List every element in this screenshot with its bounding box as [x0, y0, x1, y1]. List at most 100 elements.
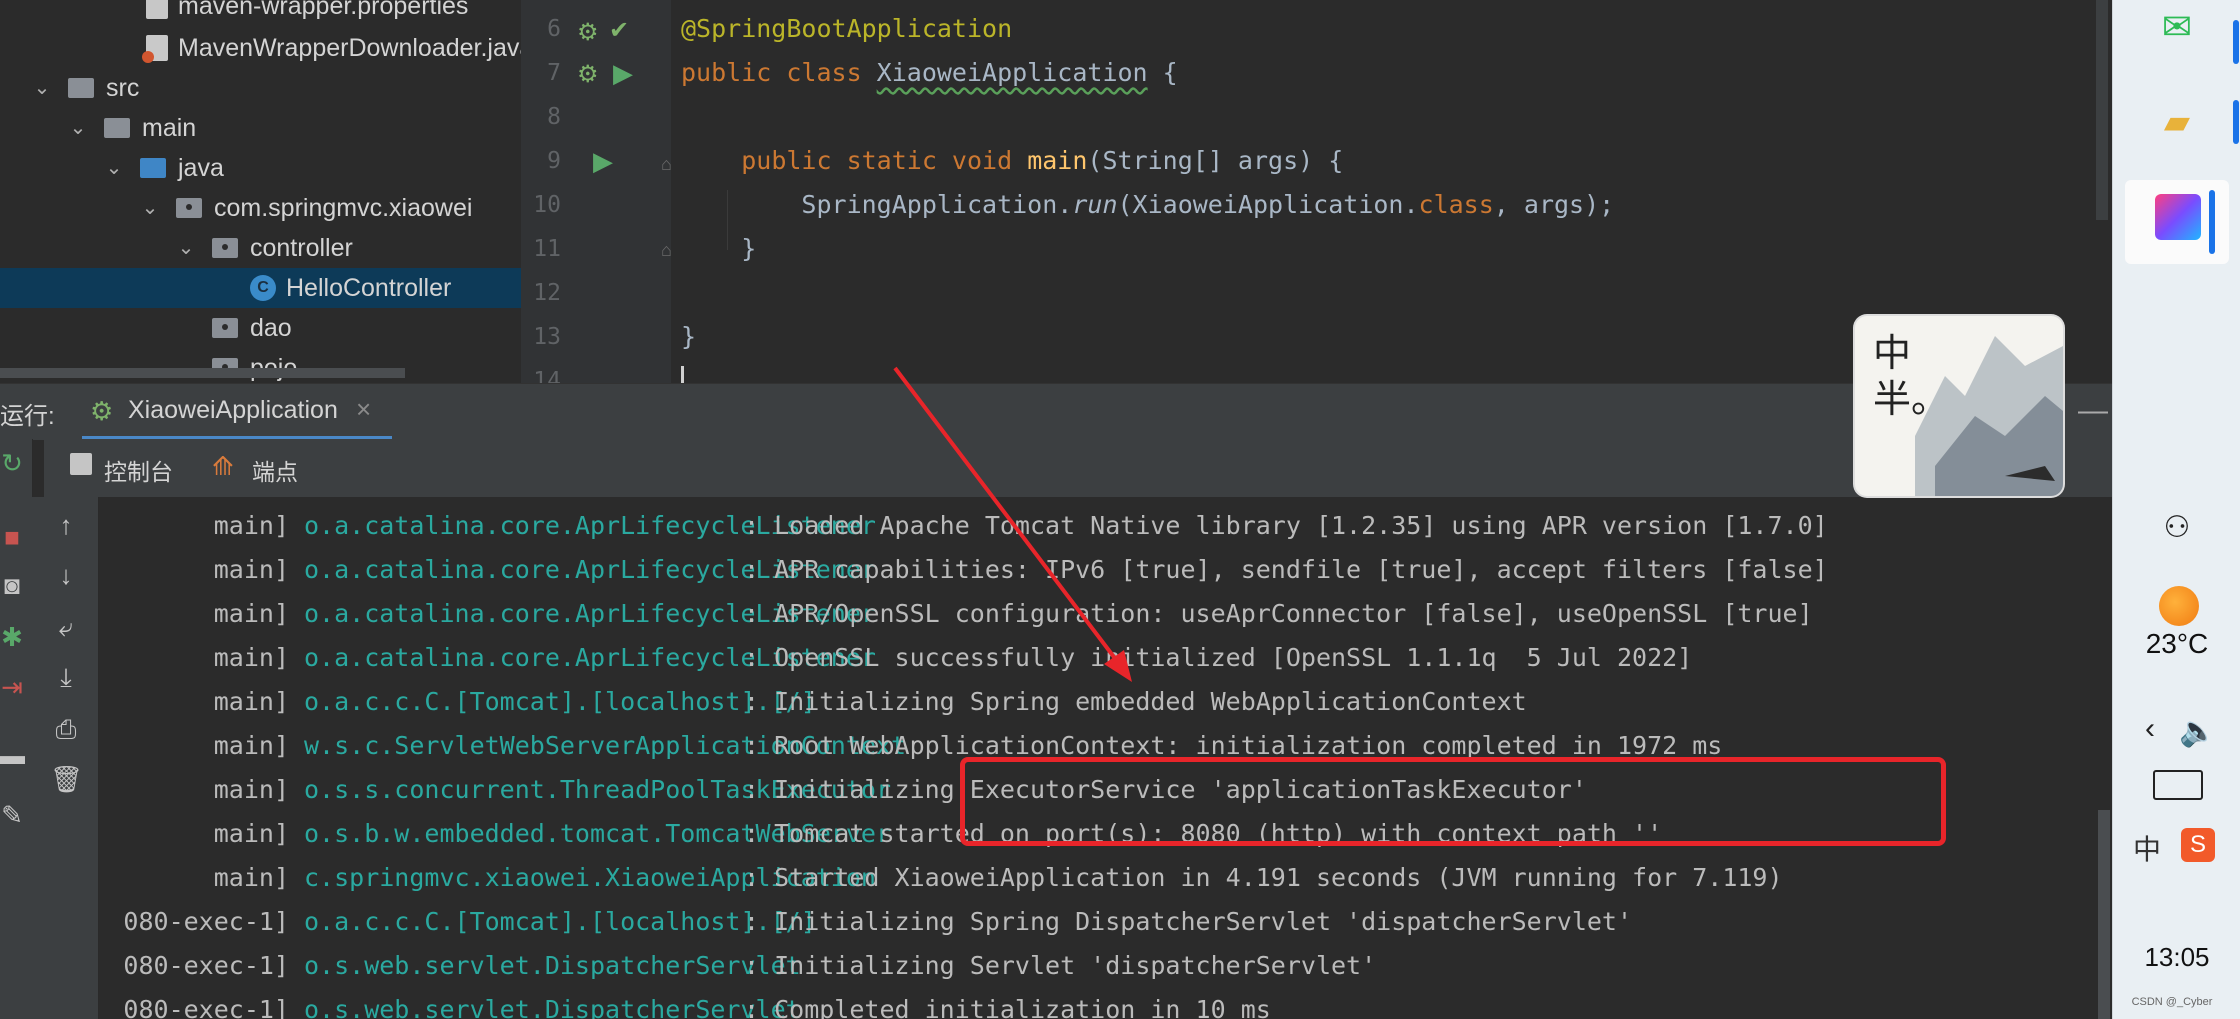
thread-name: 080-exec-1]: [123, 951, 289, 980]
logger-name: o.a.c.c.C.[Tomcat].[localhost].[/]: [304, 907, 816, 936]
print-icon[interactable]: ⎙: [50, 713, 82, 745]
thread-name: main]: [213, 863, 289, 892]
editor-scrollbar[interactable]: [2096, 0, 2108, 220]
chevron-down-icon[interactable]: ⌄: [174, 236, 198, 260]
taskbar-item-active[interactable]: [2125, 180, 2229, 264]
folder-icon: [68, 78, 94, 98]
code-line-6: @SpringBootApplication: [681, 14, 1012, 43]
logger-name: o.s.web.servlet.DispatcherServlet: [304, 951, 801, 980]
line-number: 8: [547, 104, 561, 130]
thread-name: main]: [213, 643, 289, 672]
package-icon: [212, 238, 238, 258]
run-config-tab[interactable]: ⚙ XiaoweiApplication ×: [82, 384, 392, 440]
scroll-to-end-icon[interactable]: ⤓: [50, 661, 82, 693]
line-number: 6: [547, 16, 561, 42]
console-icon: [70, 453, 92, 475]
spring-app-icon[interactable]: ⚙: [577, 60, 599, 89]
people-icon[interactable]: ⚇: [2113, 510, 2240, 545]
minimize-icon[interactable]: —: [2078, 394, 2108, 428]
weather-icon[interactable]: [2159, 586, 2199, 626]
tree-scrollbar[interactable]: [0, 368, 405, 378]
soft-wrap-icon[interactable]: ⤶: [50, 611, 82, 643]
tree-item-maven-wrapper[interactable]: maven-wrapper.properties: [0, 0, 521, 26]
java-file-icon: [142, 35, 168, 63]
arrow-down-icon[interactable]: ↓: [50, 559, 82, 591]
chevron-down-icon[interactable]: ⌄: [138, 196, 162, 220]
tree-item-label: src: [106, 74, 140, 102]
layout-icon[interactable]: ▬: [0, 739, 28, 771]
function-name: main: [1027, 146, 1088, 175]
spring-bean-icon[interactable]: ⚙: [577, 18, 599, 47]
code-text: {: [1147, 58, 1178, 87]
arrow-up-icon[interactable]: ↑: [50, 509, 82, 541]
code-text: SpringApplication.: [681, 190, 1073, 219]
run-toolwindow-header: 运行: ⚙ XiaoweiApplication × —: [0, 383, 2112, 440]
tree-item-src[interactable]: ⌄ src: [0, 68, 521, 108]
tree-item-dao[interactable]: dao: [0, 308, 521, 348]
ime-zh-icon[interactable]: 中: [2133, 828, 2161, 868]
camera-icon[interactable]: ◙: [0, 569, 28, 601]
chevron-left-icon[interactable]: ‹: [2145, 712, 2155, 746]
tab-console[interactable]: 控制台: [104, 453, 173, 487]
console-tabs-bar: 控制台 ⟰ 端点: [44, 439, 2112, 497]
line-number: 10: [533, 192, 561, 218]
code-text: }: [681, 234, 757, 263]
thread-name: 080-exec-1]: [123, 995, 289, 1019]
pin-icon[interactable]: ✎: [0, 799, 28, 831]
tree-item-package-root[interactable]: ⌄ com.springmvc.xiaowei: [0, 188, 521, 228]
tree-item-hello-controller[interactable]: C HelloController: [0, 268, 521, 308]
chevron-down-icon[interactable]: ⌄: [66, 116, 90, 140]
spring-check-icon[interactable]: ✔: [609, 16, 629, 45]
exit-icon[interactable]: ⇥: [0, 671, 28, 703]
active-indicator: [2209, 190, 2215, 254]
class-icon: C: [250, 275, 276, 301]
wechat-icon[interactable]: ✉: [2113, 6, 2240, 56]
tree-item-controller[interactable]: ⌄ controller: [0, 228, 521, 268]
tab-endpoints[interactable]: 端点: [252, 453, 298, 487]
trash-icon[interactable]: 🗑: [50, 763, 83, 795]
tree-item-label: HelloController: [286, 274, 452, 302]
debug-gear-icon[interactable]: ✱: [0, 621, 28, 653]
file-explorer-icon[interactable]: ▰: [2113, 102, 2240, 152]
thread-name: main]: [213, 555, 289, 584]
rerun-icon[interactable]: ↻: [0, 447, 28, 479]
tree-item-label: maven-wrapper.properties: [178, 0, 469, 20]
run-label: 运行:: [0, 403, 55, 430]
indent-guide: [727, 190, 728, 250]
package-icon: [176, 198, 202, 218]
code-text: , args);: [1493, 190, 1615, 219]
line-number: 9: [547, 148, 561, 174]
text-cursor: [681, 366, 684, 383]
code-text: (XiaoweiApplication.: [1117, 190, 1419, 219]
temperature[interactable]: 23°C: [2113, 628, 2240, 660]
tree-item-main[interactable]: ⌄ main: [0, 108, 521, 148]
logger-name: o.s.web.servlet.DispatcherServlet: [304, 995, 801, 1019]
tree-item-maven-wrapper-downloader[interactable]: MavenWrapperDownloader.java: [0, 28, 521, 68]
endpoints-icon: ⟰: [212, 451, 234, 481]
volume-icon[interactable]: 🔈: [2179, 714, 2216, 749]
sticker-caption: 中半。: [1873, 331, 1950, 421]
running-indicator: [2233, 100, 2239, 144]
sogou-icon[interactable]: S: [2181, 828, 2215, 862]
log-message: : Completed initialization in 10 ms: [744, 995, 1271, 1019]
clock[interactable]: 13:05: [2113, 942, 2240, 973]
properties-file-icon: [146, 0, 168, 19]
keyboard-icon[interactable]: [2153, 770, 2203, 800]
console-scrollbar[interactable]: [2098, 810, 2110, 1019]
running-indicator: [2233, 20, 2239, 64]
project-tree: maven-wrapper.properties MavenWrapperDow…: [0, 0, 521, 383]
close-icon[interactable]: ×: [356, 394, 371, 425]
run-icon[interactable]: ▶: [593, 146, 613, 177]
tree-item-java[interactable]: ⌄ java: [0, 148, 521, 188]
stop-icon[interactable]: ■: [0, 521, 28, 553]
chevron-down-icon[interactable]: ⌄: [30, 76, 54, 100]
log-message: : Initializing Servlet 'dispatcherServle…: [744, 951, 1377, 980]
logger-name: o.a.c.c.C.[Tomcat].[localhost].[/]: [304, 687, 816, 716]
code-line-11: }: [681, 234, 756, 263]
method-call: run: [1072, 190, 1118, 219]
tree-item-label: MavenWrapperDownloader.java: [178, 34, 521, 62]
thread-name: main]: [213, 687, 289, 716]
chevron-down-icon[interactable]: ⌄: [102, 156, 126, 180]
run-icon[interactable]: ▶: [613, 58, 633, 89]
